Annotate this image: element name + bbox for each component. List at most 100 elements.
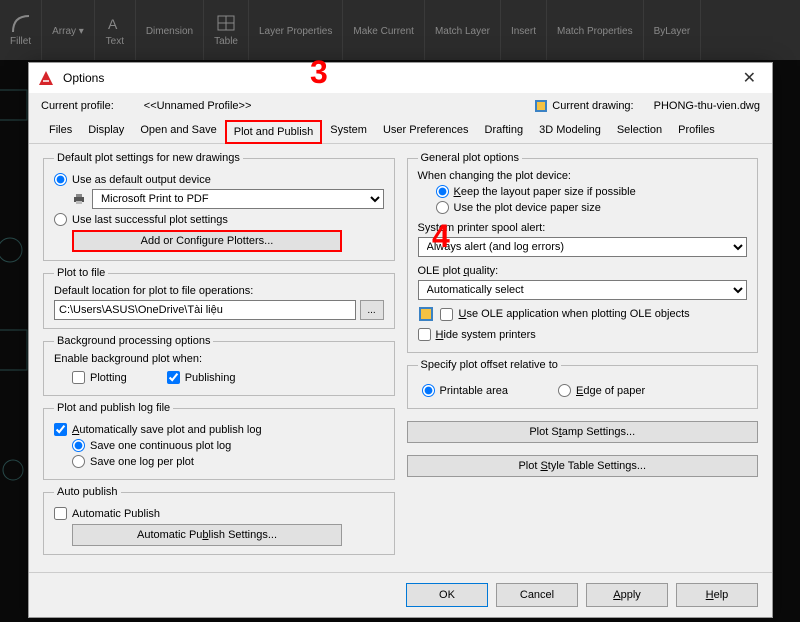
publishing-checkbox[interactable]: [167, 371, 180, 384]
left-column: Default plot settings for new drawings U…: [43, 152, 395, 568]
options-dialog: Options ✕ Current profile: <<Unnamed Pro…: [28, 62, 773, 618]
ribbon-table[interactable]: Table: [204, 0, 249, 60]
tab-drafting[interactable]: Drafting: [477, 119, 532, 143]
current-profile-name: <<Unnamed Profile>>: [144, 100, 252, 112]
bg-enable-label: Enable background plot when:: [54, 353, 384, 365]
when-changing-label: When changing the plot device:: [418, 170, 748, 182]
tab-selection[interactable]: Selection: [609, 119, 670, 143]
app-icon: [37, 69, 55, 87]
tab-user-preferences[interactable]: User Preferences: [375, 119, 477, 143]
auto-save-log-label: Automatically save plot and publish log: [72, 424, 262, 436]
tab-system[interactable]: System: [322, 119, 375, 143]
log-file-legend: Plot and publish log file: [54, 402, 173, 414]
tab-3d-modeling[interactable]: 3D Modeling: [531, 119, 609, 143]
use-last-settings-label: Use last successful plot settings: [72, 214, 228, 226]
plot-offset-group: Specify plot offset relative to Printabl…: [407, 359, 759, 409]
automatic-publish-checkbox[interactable]: [54, 507, 67, 520]
publishing-label: Publishing: [185, 372, 236, 384]
one-continuous-radio[interactable]: [72, 439, 85, 452]
ribbon-make-current[interactable]: Make Current: [343, 0, 425, 60]
text-icon: A: [105, 14, 125, 34]
plotting-label: Plotting: [90, 372, 127, 384]
titlebar: Options ✕: [29, 63, 772, 93]
plot-stamp-settings-button[interactable]: Plot Stamp Settings...: [407, 421, 759, 443]
current-drawing-label: Current drawing:: [552, 100, 633, 112]
right-column: General plot options When changing the p…: [407, 152, 759, 568]
use-device-size-label: Use the plot device paper size: [454, 202, 601, 214]
tab-files[interactable]: Files: [41, 119, 80, 143]
profile-row: Current profile: <<Unnamed Profile>> Cur…: [29, 93, 772, 119]
current-profile-label: Current profile:: [41, 100, 114, 112]
one-continuous-label: Save one continuous plot log: [90, 440, 231, 452]
auto-publish-group: Auto publish Automatic Publish Automatic…: [43, 486, 395, 555]
ribbon-layer-props[interactable]: Layer Properties: [249, 0, 343, 60]
tabs: Files Display Open and Save Plot and Pub…: [29, 119, 772, 144]
default-location-label: Default location for plot to file operat…: [54, 285, 384, 297]
printer-icon: [72, 192, 86, 206]
plotting-checkbox[interactable]: [72, 371, 85, 384]
keep-layout-radio[interactable]: [436, 185, 449, 198]
use-default-device-label: Use as default output device: [72, 174, 211, 186]
ribbon-text[interactable]: AText: [95, 0, 136, 60]
hide-printers-checkbox[interactable]: [418, 328, 431, 341]
hide-printers-label: Hide system printers: [436, 329, 536, 341]
default-plot-settings-legend: Default plot settings for new drawings: [54, 152, 243, 164]
dialog-body: Default plot settings for new drawings U…: [29, 144, 772, 572]
one-per-plot-radio[interactable]: [72, 455, 85, 468]
ole-icon: [418, 306, 434, 322]
use-default-device-radio[interactable]: [54, 173, 67, 186]
plot-to-file-group: Plot to file Default location for plot t…: [43, 267, 395, 329]
cancel-button[interactable]: Cancel: [496, 583, 578, 607]
bg-processing-group: Background processing options Enable bac…: [43, 335, 395, 396]
ole-quality-label: OLE plot quality:: [418, 265, 748, 277]
ole-quality-select[interactable]: Automatically select: [418, 280, 748, 300]
ribbon-fillet[interactable]: Fillet: [0, 0, 42, 60]
tab-plot-and-publish[interactable]: Plot and Publish: [225, 120, 323, 144]
plot-to-file-legend: Plot to file: [54, 267, 108, 279]
tab-open-and-save[interactable]: Open and Save: [132, 119, 224, 143]
use-device-size-radio[interactable]: [436, 201, 449, 214]
ribbon-array[interactable]: Array ▾: [42, 0, 95, 60]
drawing-icon: [534, 99, 548, 113]
use-ole-app-checkbox[interactable]: [440, 308, 453, 321]
use-ole-app-label: Use OLE application when plotting OLE ob…: [459, 308, 690, 320]
table-icon: [216, 14, 236, 34]
dialog-title: Options: [63, 71, 735, 85]
help-button[interactable]: Help: [676, 583, 758, 607]
ribbon-bylayer[interactable]: ByLayer: [644, 0, 702, 60]
default-location-input[interactable]: [54, 300, 356, 320]
svg-text:A: A: [108, 16, 118, 32]
automatic-publish-label: Automatic Publish: [72, 508, 160, 520]
current-drawing-name: PHONG-thu-vien.dwg: [654, 100, 760, 112]
ribbon-insert[interactable]: Insert: [501, 0, 547, 60]
fillet-icon: [11, 14, 31, 34]
ribbon-match-props[interactable]: Match Properties: [547, 0, 644, 60]
tab-profiles[interactable]: Profiles: [670, 119, 723, 143]
log-file-group: Plot and publish log file Automatically …: [43, 402, 395, 480]
app-ribbon: Fillet Array ▾ AText Dimension Table Lay…: [0, 0, 800, 60]
browse-button[interactable]: ...: [360, 300, 384, 320]
keep-layout-label: Keep the layout paper size if possible: [454, 186, 636, 198]
spool-alert-label: System printer spool alert:: [418, 222, 748, 234]
plot-style-table-settings-button[interactable]: Plot Style Table Settings...: [407, 455, 759, 477]
general-plot-options-legend: General plot options: [418, 152, 522, 164]
default-plot-settings-group: Default plot settings for new drawings U…: [43, 152, 395, 261]
add-configure-plotters-button[interactable]: Add or Configure Plotters...: [72, 230, 342, 252]
edge-of-paper-radio[interactable]: [558, 384, 571, 397]
auto-publish-legend: Auto publish: [54, 486, 121, 498]
ribbon-match-layer[interactable]: Match Layer: [425, 0, 501, 60]
tab-display[interactable]: Display: [80, 119, 132, 143]
auto-publish-settings-button[interactable]: Automatic Publish Settings...: [72, 524, 342, 546]
output-device-select[interactable]: Microsoft Print to PDF: [92, 189, 384, 209]
ok-button[interactable]: OK: [406, 583, 488, 607]
apply-button[interactable]: Apply: [586, 583, 668, 607]
ribbon-dimension[interactable]: Dimension: [136, 0, 204, 60]
spool-alert-select[interactable]: Always alert (and log errors): [418, 237, 748, 257]
plot-offset-legend: Specify plot offset relative to: [418, 359, 561, 371]
printable-area-radio[interactable]: [422, 384, 435, 397]
use-last-settings-radio[interactable]: [54, 213, 67, 226]
auto-save-log-checkbox[interactable]: [54, 423, 67, 436]
close-button[interactable]: ✕: [735, 66, 764, 90]
general-plot-options-group: General plot options When changing the p…: [407, 152, 759, 353]
button-bar: OK Cancel Apply Help: [29, 572, 772, 617]
